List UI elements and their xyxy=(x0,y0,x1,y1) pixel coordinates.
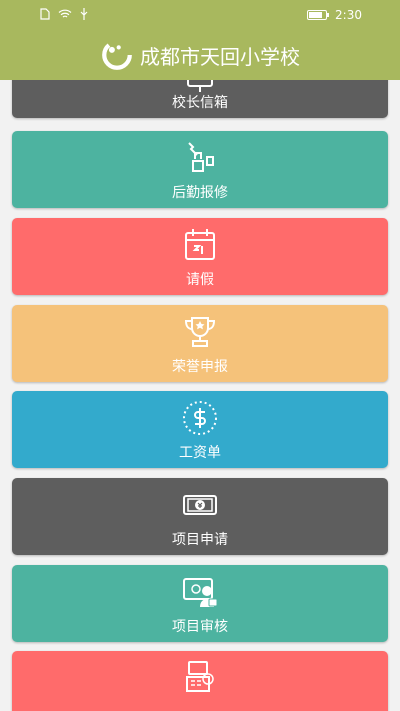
menu-label: 后勤报修 xyxy=(172,185,228,201)
trophy-icon xyxy=(184,317,216,347)
review-lock-icon xyxy=(183,578,218,607)
cashier-icon xyxy=(186,661,214,692)
menu-card-project-review[interactable]: 项目审核 xyxy=(12,565,388,642)
wifi-icon xyxy=(58,9,72,18)
menu-card-project-application[interactable]: 项目申请 xyxy=(12,478,388,555)
menu-card-honor[interactable]: 荣誉申报 xyxy=(12,305,388,382)
menu-label: 请假 xyxy=(186,272,214,288)
menu-card-cashier[interactable] xyxy=(12,651,388,711)
menu-card-leave[interactable]: 请假 xyxy=(12,218,388,295)
menu-label: 工资单 xyxy=(179,445,221,461)
status-bar: 2:30 xyxy=(0,0,400,30)
menu-label: 校长信箱 xyxy=(172,95,228,111)
yen-banknote-icon xyxy=(183,495,217,515)
menu-card-principal-mailbox[interactable]: 校长信箱 xyxy=(12,80,388,118)
battery-icon xyxy=(307,10,330,20)
menu-list: 校长信箱 后勤报修 请假 荣誉申报 工资单 项目申请 项目审核 xyxy=(0,80,400,711)
usb-icon xyxy=(80,8,88,20)
repair-tools-icon xyxy=(188,142,214,172)
menu-card-payslip[interactable]: 工资单 xyxy=(12,391,388,468)
school-logo-icon xyxy=(102,40,132,70)
menu-label: 荣誉申报 xyxy=(172,359,228,375)
dollar-coin-icon xyxy=(183,401,217,435)
menu-label: 项目申请 xyxy=(172,532,228,548)
sim-icon xyxy=(40,8,50,20)
menu-card-maintenance[interactable]: 后勤报修 xyxy=(12,131,388,208)
calendar-icon xyxy=(185,229,215,260)
app-header: 成都市天回小学校 xyxy=(0,30,400,80)
status-time: 2:30 xyxy=(335,8,362,22)
page-title: 成都市天回小学校 xyxy=(140,44,300,69)
menu-label: 项目审核 xyxy=(172,619,228,635)
